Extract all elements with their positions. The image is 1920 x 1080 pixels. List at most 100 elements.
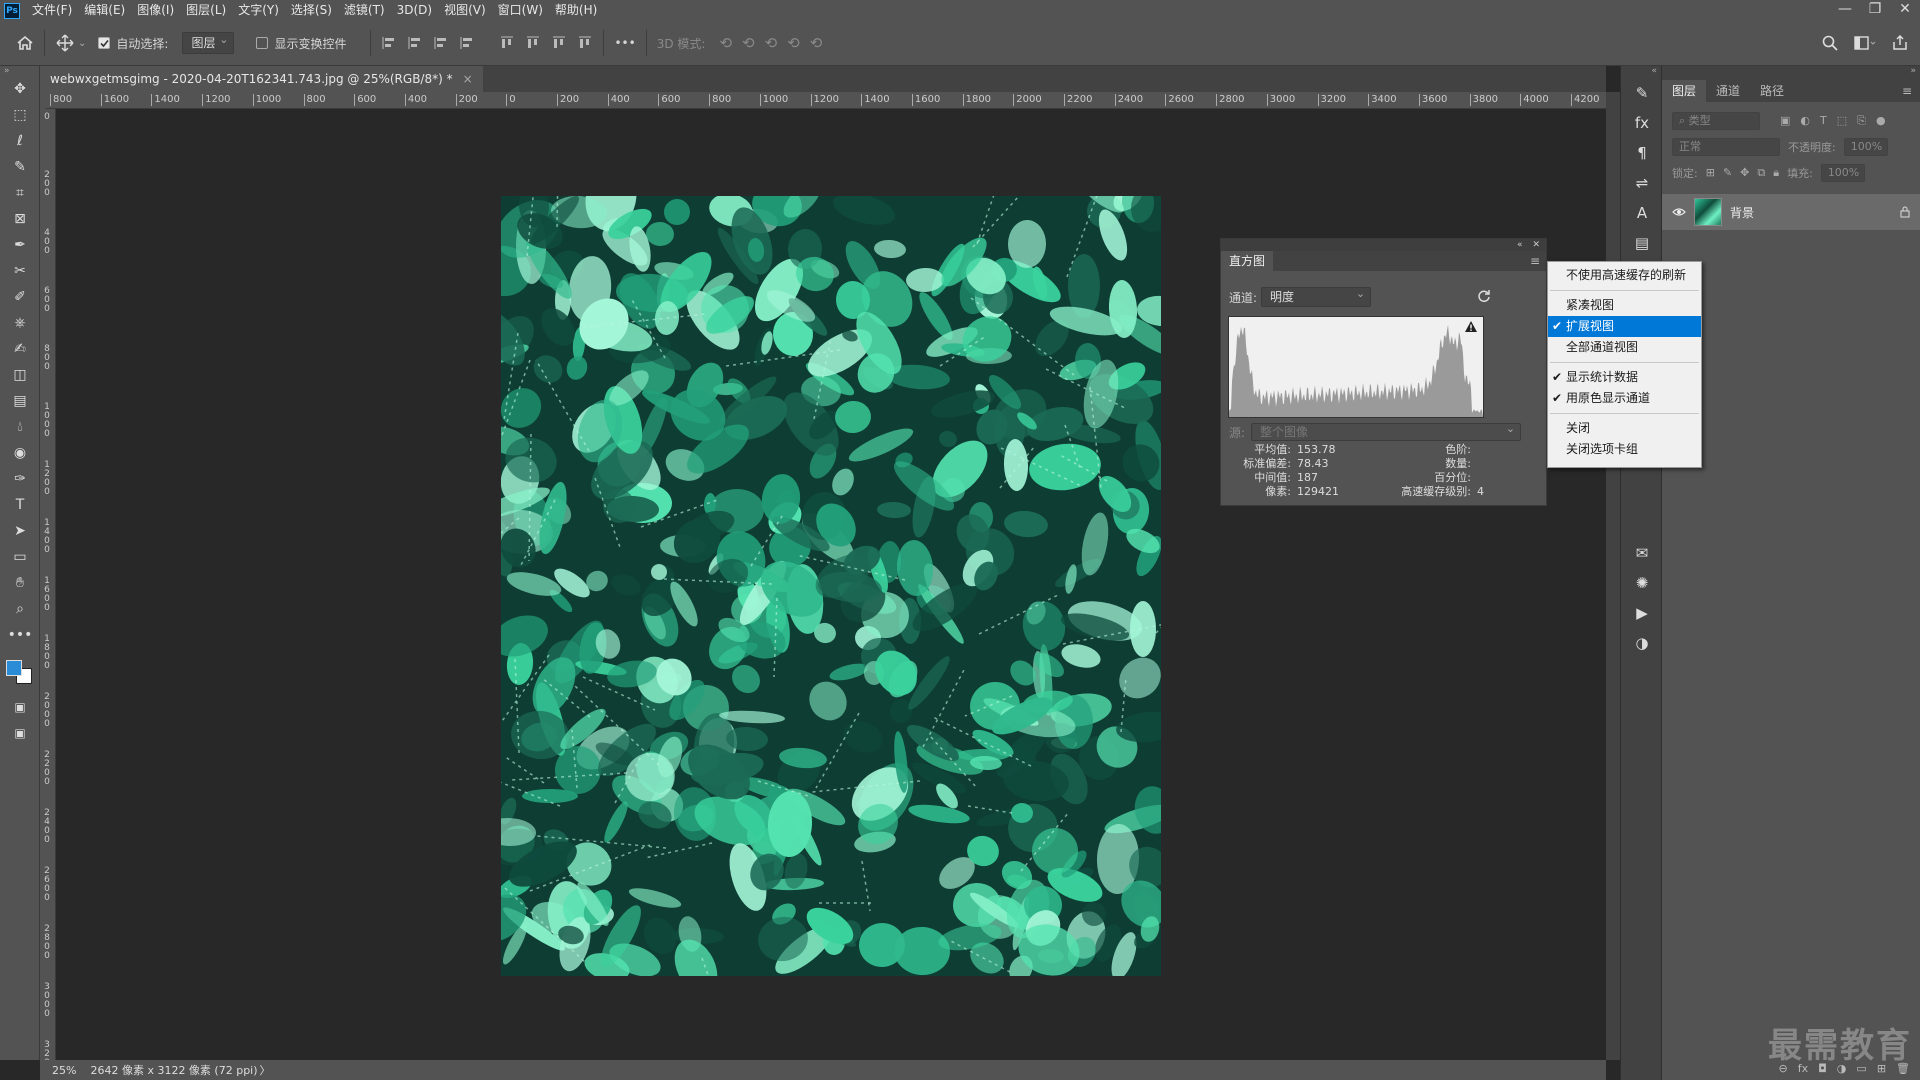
dodge-tool-icon[interactable]: ◉ (0, 440, 40, 466)
filter-adjust-icon[interactable]: ◐ (1800, 114, 1810, 128)
foreground-color-swatch[interactable] (6, 660, 22, 676)
eyedropper-tool-icon[interactable]: ✒ (0, 232, 40, 258)
quick-mask-icon[interactable]: ▣ (0, 694, 40, 720)
color-swatches[interactable] (0, 648, 39, 694)
align-center-h-icon[interactable] (407, 35, 423, 51)
crop-tool-icon[interactable]: ⌗ (0, 180, 40, 206)
libraries-icon[interactable]: ▤ (1621, 228, 1663, 258)
healing-tool-icon[interactable]: ✂ (0, 258, 40, 284)
gradient-tool-icon[interactable]: ▤ (0, 388, 40, 414)
stamp-tool-icon[interactable]: ⎈ (0, 310, 40, 336)
context-menu-item[interactable]: ✔ 扩展视图 (1548, 316, 1701, 337)
close-histogram-icon[interactable]: ✕ (1532, 239, 1540, 251)
histogram-tab[interactable]: 直方图 (1221, 251, 1274, 271)
panel-menu-icon[interactable]: ≡ (1894, 80, 1920, 102)
notes-icon[interactable]: ✉ (1621, 538, 1663, 568)
opacity-input[interactable]: 100% (1843, 138, 1888, 156)
context-menu-item[interactable]: ✔ 显示统计数据 (1548, 367, 1701, 388)
move-tool-icon[interactable]: ✥ (0, 76, 40, 102)
menu-item-3[interactable]: 图层(L) (180, 0, 232, 21)
layer-row-background[interactable]: 背景 (1662, 194, 1920, 230)
layer-filter-dropdown[interactable]: ⌕ 类型 (1672, 112, 1760, 130)
collapse-strip-icon[interactable]: « (1621, 66, 1661, 78)
visibility-eye-icon[interactable] (1672, 207, 1686, 217)
menu-item-6[interactable]: 滤镜(T) (338, 0, 391, 21)
menu-item-5[interactable]: 选择(S) (285, 0, 338, 21)
frame-tool-icon[interactable]: ⊠ (0, 206, 40, 232)
close-tab-button[interactable]: × (463, 66, 473, 92)
blend-mode-dropdown[interactable]: 正常 (1672, 138, 1780, 156)
zoom-level[interactable]: 25% (52, 1064, 76, 1077)
filter-shape-icon[interactable]: ⬚ (1837, 114, 1847, 128)
lock-pixels-icon[interactable]: ✎ (1723, 166, 1732, 180)
share-icon[interactable] (1892, 29, 1908, 57)
type-tool-icon[interactable]: T (0, 492, 40, 518)
filter-pixel-icon[interactable]: ▣ (1780, 114, 1790, 128)
align-right-icon[interactable] (433, 35, 449, 51)
context-menu-item[interactable]: 关闭选项卡组 (1548, 439, 1701, 460)
refresh-icon[interactable] (1477, 289, 1491, 303)
lock-position-icon[interactable]: ✥ (1740, 166, 1749, 180)
distribute-v-icon[interactable] (577, 35, 593, 51)
align-left-icon[interactable] (381, 35, 397, 51)
align-center-v-icon[interactable] (525, 35, 541, 51)
properties-icon[interactable]: ⇌ (1621, 168, 1663, 198)
menu-item-4[interactable]: 文字(Y) (232, 0, 285, 21)
auto-select-dropdown[interactable]: 图层 (182, 30, 235, 54)
menu-item-10[interactable]: 帮助(H) (549, 0, 603, 21)
lock-transparent-icon[interactable]: ⊞ (1706, 166, 1715, 180)
context-menu-item[interactable]: 全部通道视图 (1548, 337, 1701, 358)
show-transform-checkbox[interactable]: 显示变换控件 (256, 29, 346, 57)
more-options-button[interactable]: ••• (614, 29, 635, 57)
menu-item-1[interactable]: 编辑(E) (78, 0, 131, 21)
distribute-h-icon[interactable] (459, 35, 475, 51)
workspace-icon[interactable] (1854, 29, 1876, 57)
document-image[interactable] (501, 196, 1161, 976)
zoom-tool-icon[interactable]: ⌕ (0, 596, 40, 622)
lock-all-icon[interactable]: 🔒︎ (1773, 166, 1779, 180)
blur-tool-icon[interactable]: 💧︎ (0, 414, 40, 440)
document-tab[interactable]: webwxgetmsgimg - 2020-04-20T162341.743.j… (40, 66, 483, 92)
tab-channels[interactable]: 通道 (1706, 80, 1750, 102)
tab-paths[interactable]: 路径 (1750, 80, 1794, 102)
more-tools-icon[interactable]: ••• (0, 622, 40, 648)
paragraph-icon[interactable]: ¶ (1621, 138, 1663, 168)
pen-tool-icon[interactable]: ✑ (0, 466, 40, 492)
status-menu-arrow[interactable]: 〉 (260, 1062, 271, 1078)
collapse-histogram-icon[interactable]: « (1517, 239, 1523, 251)
info-icon[interactable]: ◑ (1621, 628, 1663, 658)
collapse-tools-icon[interactable]: » (0, 66, 39, 76)
fill-input[interactable]: 100% (1820, 164, 1865, 182)
filter-smart-icon[interactable]: ⎘ (1857, 114, 1866, 128)
brush-tool-icon[interactable]: ✐ (0, 284, 40, 310)
vertical-scrollbar[interactable] (1606, 92, 1620, 1060)
eraser-tool-icon[interactable]: ◫ (0, 362, 40, 388)
filter-toggle-icon[interactable]: ● (1876, 114, 1886, 128)
history-brush-icon[interactable]: ✍ (0, 336, 40, 362)
path-select-tool-icon[interactable]: ➤ (0, 518, 40, 544)
menu-item-0[interactable]: 文件(F) (26, 0, 78, 21)
home-icon[interactable] (16, 29, 34, 57)
quick-select-tool-icon[interactable]: ✎ (0, 154, 40, 180)
lock-artboard-icon[interactable]: ⧉ (1757, 166, 1765, 180)
navigator-icon[interactable]: ✺ (1621, 568, 1663, 598)
hand-tool-icon[interactable]: ✋︎ (0, 570, 40, 596)
context-menu-item[interactable]: 关闭 (1548, 418, 1701, 439)
horizontal-ruler[interactable]: 800 1600 1400 1200 1000 800 600 400 200 0 200 400 60… (46, 92, 1606, 109)
styles-fx-icon[interactable]: fx (1621, 108, 1663, 138)
rectangle-tool-icon[interactable]: ▭ (0, 544, 40, 570)
menu-item-2[interactable]: 图像(I) (131, 0, 180, 21)
context-menu-item[interactable]: 不使用高速缓存的刷新 (1548, 265, 1701, 286)
warning-icon[interactable] (1465, 321, 1477, 332)
channel-dropdown[interactable]: 明度 (1261, 285, 1372, 307)
histogram-menu-icon[interactable]: ≡ (1524, 251, 1546, 271)
vertical-ruler[interactable]: 0 2 0 0 4 0 0 6 0 0 8 0 0 1 0 0 0 1 2 0 0 1 4 0… (40, 109, 56, 1060)
context-menu-item[interactable]: 紧凑视图 (1548, 295, 1701, 316)
restore-button[interactable]: ❐ (1860, 0, 1890, 21)
auto-select-checkbox[interactable]: 自动选择: (98, 29, 168, 57)
tab-layers[interactable]: 图层 (1662, 80, 1707, 102)
character-icon[interactable]: A (1621, 198, 1663, 228)
marquee-tool-icon[interactable]: ⬚ (0, 102, 40, 128)
align-top-icon[interactable] (499, 35, 515, 51)
move-tool-icon[interactable]: ⌄ (55, 29, 86, 57)
